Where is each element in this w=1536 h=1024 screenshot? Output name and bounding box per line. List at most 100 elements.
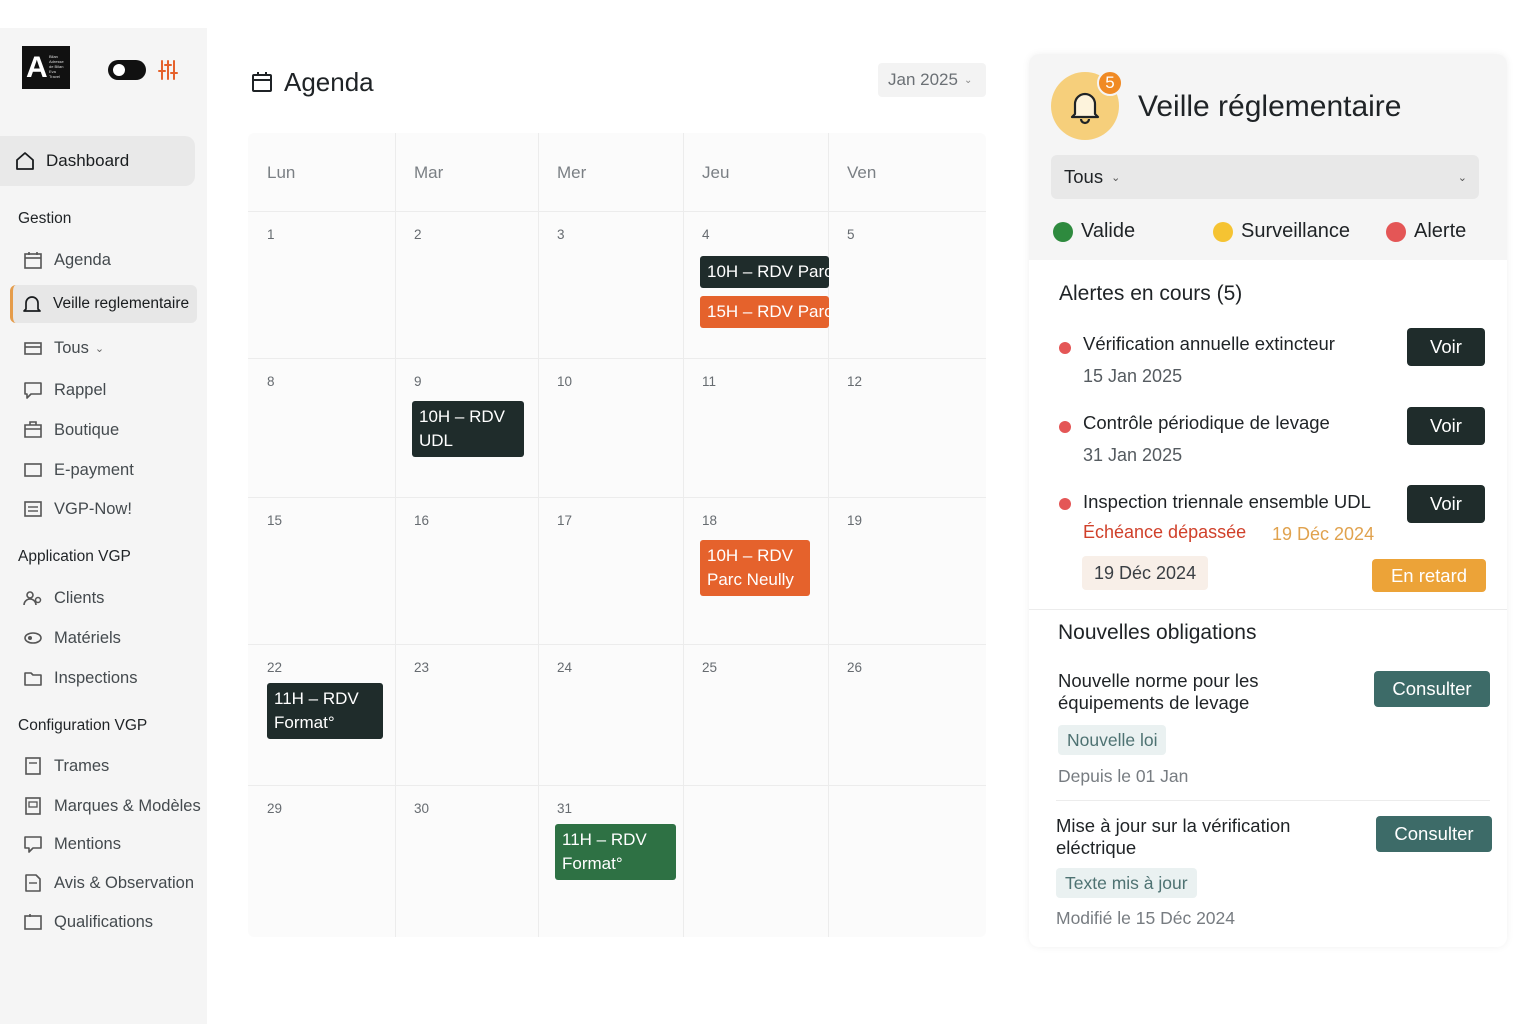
calendar-event[interactable]: 10H – RDV UDL <box>412 401 524 457</box>
nav-epayment-label: E-payment <box>54 460 134 479</box>
day-header: Jeu <box>702 163 730 182</box>
day-number[interactable]: 2 <box>414 227 422 242</box>
nav-boutique[interactable]: Boutique <box>12 410 119 450</box>
nav-clients[interactable]: Clients <box>12 578 104 618</box>
day-number[interactable]: 15 <box>267 513 282 528</box>
day-number[interactable]: 4 <box>702 227 710 242</box>
nav-veille-label: Veille reglementaire <box>53 295 190 312</box>
calendar-event[interactable]: 11H – RDV Format° <box>267 683 383 739</box>
legend-surveillance-label: Surveillance <box>1241 220 1350 242</box>
nav-mentions[interactable]: Mentions <box>12 824 121 864</box>
nav-tous[interactable]: Tous ⌄ <box>12 328 104 368</box>
divider <box>1029 609 1507 610</box>
calendar-event[interactable]: 15H – RDV Parc Neully <box>700 296 829 328</box>
day-number[interactable]: 18 <box>702 513 717 528</box>
agenda-title: Agenda <box>284 66 374 97</box>
home-icon <box>14 150 36 172</box>
day-number[interactable]: 10 <box>557 374 572 389</box>
day-number[interactable]: 11 <box>702 374 716 389</box>
consulter-button[interactable]: Consulter <box>1376 816 1492 852</box>
nav-agenda[interactable]: Agenda <box>12 240 111 280</box>
users-icon <box>22 587 44 609</box>
nav-rappel-label: Rappel <box>54 380 107 399</box>
voir-button[interactable]: Voir <box>1407 407 1485 445</box>
voir-button[interactable]: Voir <box>1407 328 1485 366</box>
app-logo[interactable]: A Bilan Adresse de Bilan Eva Travel <box>22 46 70 89</box>
day-number[interactable]: 8 <box>267 374 275 389</box>
alert-date: 31 Jan 2025 <box>1083 445 1183 465</box>
nav-avis-observation[interactable]: Avis & Observation <box>12 863 194 903</box>
day-number[interactable]: 22 <box>267 660 282 675</box>
day-number[interactable]: 25 <box>702 660 717 675</box>
nav-avis-observation-label: Avis & Observation <box>54 873 195 892</box>
bell-icon <box>21 293 43 315</box>
nav-mentions-label: Mentions <box>54 834 121 853</box>
nav-qualifications[interactable]: Qualifications <box>12 902 153 942</box>
nav-epayment[interactable]: E-payment <box>12 450 134 490</box>
day-header: Mar <box>414 163 444 182</box>
day-number[interactable]: 1 <box>267 227 275 242</box>
calendar-event[interactable]: 10H – RDV Parc Neully <box>700 540 810 596</box>
agenda-header: Agenda <box>250 64 374 100</box>
month-select[interactable]: Jan 2025 ⌄ <box>878 63 986 97</box>
sliders-icon[interactable] <box>158 59 178 81</box>
en-retard-button[interactable]: En retard <box>1372 559 1486 592</box>
alert-title: Inspection triennale ensemble UDL <box>1083 491 1371 512</box>
nav-qualifications-label: Qualifications <box>54 912 154 931</box>
day-number[interactable]: 16 <box>414 513 429 528</box>
voir-button[interactable]: Voir <box>1407 485 1485 523</box>
nav-materiels[interactable]: Matériels <box>12 618 121 658</box>
day-number[interactable]: 9 <box>414 374 422 389</box>
grid-row-line <box>248 211 986 212</box>
logo-tiny-text: Bilan Adresse de Bilan Eva Travel <box>49 54 64 79</box>
filter-value: Tous <box>1064 166 1104 187</box>
day-number[interactable]: 30 <box>414 801 429 816</box>
badge-icon <box>22 911 44 933</box>
veille-panel-header: 5 Veille réglementaire Tous ⌄ ⌄ Valide S… <box>1029 54 1507 260</box>
theme-toggle[interactable] <box>108 60 146 80</box>
day-number[interactable]: 26 <box>847 660 862 675</box>
folder-icon <box>22 667 44 689</box>
month-select-value: Jan 2025 <box>888 70 958 89</box>
day-header: Lun <box>267 163 296 182</box>
day-number[interactable]: 23 <box>414 660 429 675</box>
green-dot-icon <box>1053 221 1073 242</box>
grid-column-line <box>683 133 684 937</box>
notification-count-badge: 5 <box>1097 70 1123 96</box>
day-number[interactable]: 12 <box>847 374 862 389</box>
sidebar: A Bilan Adresse de Bilan Eva Travel Dash… <box>0 28 207 1024</box>
day-number[interactable]: 31 <box>557 801 572 816</box>
status-filter-select[interactable]: Tous ⌄ ⌄ <box>1051 155 1479 199</box>
alert-title: Vérification annuelle extincteur <box>1083 333 1335 354</box>
alert-status-dot <box>1059 421 1071 433</box>
due-date-chip: 19 Déc 2024 <box>1082 556 1209 590</box>
catalog-icon <box>22 795 44 817</box>
nav-dashboard[interactable]: Dashboard <box>0 136 195 186</box>
legend-valide: Valide <box>1053 220 1135 243</box>
nav-trames[interactable]: Trames <box>12 746 109 786</box>
calendar-icon <box>250 70 274 94</box>
select-arrow-icon: ⌄ <box>1457 171 1467 184</box>
day-number[interactable]: 24 <box>557 660 572 675</box>
day-number[interactable]: 29 <box>267 801 282 816</box>
nav-materiels-label: Matériels <box>54 628 121 647</box>
nav-rappel[interactable]: Rappel <box>12 370 106 410</box>
day-number[interactable]: 17 <box>557 513 572 528</box>
nav-veille[interactable]: Veille reglementaire <box>10 285 197 323</box>
day-number[interactable]: 19 <box>847 513 862 528</box>
consulter-button[interactable]: Consulter <box>1374 671 1490 707</box>
day-number[interactable]: 3 <box>557 227 565 242</box>
nav-boutique-label: Boutique <box>54 420 120 439</box>
calendar-icon <box>22 249 44 271</box>
nav-inspections[interactable]: Inspections <box>12 658 137 698</box>
calendar-event[interactable]: 11H – RDV Format° <box>555 824 676 880</box>
nav-vgp-now[interactable]: VGP-Now! <box>12 489 132 529</box>
day-number[interactable]: 5 <box>847 227 855 242</box>
nav-tous-label: Tous <box>54 338 89 357</box>
panel-title: Veille réglementaire <box>1138 90 1402 123</box>
obligations-section-title: Nouvelles obligations <box>1058 621 1257 644</box>
nav-marques-modeles[interactable]: Marques & Modèles <box>12 786 201 826</box>
divider <box>1056 800 1490 801</box>
legend-valide-label: Valide <box>1081 220 1136 242</box>
calendar-event[interactable]: 10H – RDV Parc Neully <box>700 256 829 288</box>
